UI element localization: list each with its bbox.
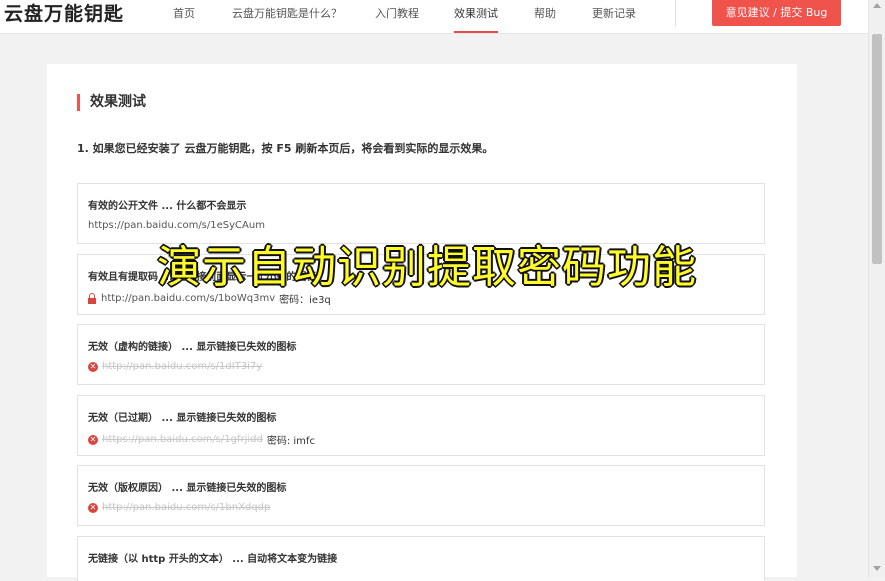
intro-text: 1. 如果您已经安装了 云盘万能钥匙，按 F5 刷新本页后，将会看到实际的显示效… [77,142,494,155]
dead-share-link[interactable]: https://pan.baidu.com/s/1gfrjidd [102,434,263,445]
feedback-bug-button[interactable]: 意见建议 / 提交 Bug [712,0,841,26]
nav-tutorial[interactable]: 入门教程 [375,0,419,33]
card-title: 无链接（以 http 开头的文本） ... 自动将文本变为链接 [88,554,338,565]
top-navigation-bar: 云盘万能钥匙 首页 云盘万能钥匙是什么？ 入门教程 效果测试 帮助 更新记录 意… [0,0,868,34]
nav-divider [675,0,676,26]
scroll-down-arrow-icon[interactable] [873,566,881,571]
card-body: https://pan.baidu.com/s/1eSyCAum [88,220,265,231]
nav-what-is[interactable]: 云盘万能钥匙是什么？ [232,0,342,33]
test-card-invalid-fake: 无效（虚构的链接） ... 显示链接已失效的图标 ✕ http://pan.ba… [77,324,765,385]
site-logo[interactable]: 云盘万能钥匙 [4,2,124,26]
video-caption-overlay: 演示自动识别提取密码功能 [157,242,697,293]
card-title: 有效的公开文件 ... 什么都不会显示 [88,201,247,212]
share-link[interactable]: https://pan.baidu.com/s/1eSyCAum [88,220,265,231]
card-body: ✕ https://pan.baidu.com/s/1gfrjidd 密码: i… [88,432,315,447]
card-body: ✕ http://pan.baidu.com/s/1dIT3i7y [88,361,262,372]
scrollbar[interactable] [868,0,885,577]
card-title: 无效（虚构的链接） ... 显示链接已失效的图标 [88,342,297,353]
nav-help[interactable]: 帮助 [534,0,556,33]
card-title: 无效（版权原因） ... 显示链接已失效的图标 [88,483,287,494]
test-card-valid-public: 有效的公开文件 ... 什么都不会显示 https://pan.baidu.co… [77,183,765,244]
card-body: ✕ http://pan.baidu.com/s/1bnXdqdp [88,502,270,513]
card-title: 无效（已过期） ... 显示链接已失效的图标 [88,413,277,424]
lock-icon [88,292,96,304]
test-card-invalid-expired: 无效（已过期） ... 显示链接已失效的图标 ✕ https://pan.bai… [77,395,765,456]
password-text: 密码: imfc [266,436,315,447]
error-icon: ✕ [88,502,98,513]
scroll-up-arrow-icon[interactable] [873,3,881,8]
nav-changelog[interactable]: 更新记录 [592,0,636,33]
section-title: 效果测试 [77,94,146,111]
nav-effect-test[interactable]: 效果测试 [454,0,498,33]
nav-home[interactable]: 首页 [173,0,195,33]
error-icon: ✕ [88,361,98,372]
scrollbar-thumb[interactable] [872,34,882,264]
dead-share-link[interactable]: http://pan.baidu.com/s/1dIT3i7y [102,361,262,372]
test-card-no-link: 无链接（以 http 开头的文本） ... 自动将文本变为链接 [77,536,765,581]
error-icon: ✕ [88,434,98,445]
dead-share-link[interactable]: http://pan.baidu.com/s/1bnXdqdp [102,502,270,513]
content-panel: 效果测试 1. 如果您已经安装了 云盘万能钥匙，按 F5 刷新本页后，将会看到实… [47,64,797,581]
test-card-invalid-copyright: 无效（版权原因） ... 显示链接已失效的图标 ✕ http://pan.bai… [77,465,765,526]
